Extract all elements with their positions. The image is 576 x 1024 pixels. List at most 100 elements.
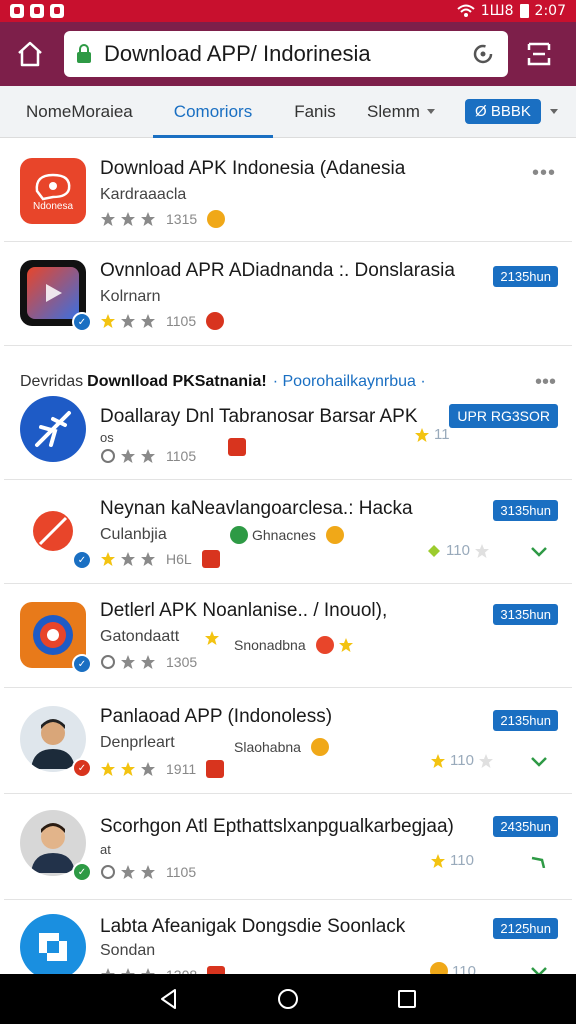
notification-icon: [10, 4, 24, 18]
verified-badge-icon: ✓: [72, 758, 92, 778]
tab-comoriors[interactable]: Comoriors: [153, 86, 273, 138]
version-tag[interactable]: UPR RG3SOR: [449, 404, 558, 428]
version-tag[interactable]: 2125hun: [493, 918, 558, 939]
side-rating-value: 110: [450, 752, 474, 769]
app-title[interactable]: Labta Afeanigak Dongsdie Soonlack: [100, 916, 405, 938]
chevron-down-icon[interactable]: [530, 546, 548, 558]
app-icon-wrap: Ndonesa: [20, 158, 86, 224]
section-link[interactable]: · Poorohailkaynrbua ·: [273, 373, 426, 391]
list-item[interactable]: ✓ Ovnnload APR ADiadnanda :. Donslarasia…: [4, 242, 572, 346]
notification-icon: [50, 4, 64, 18]
version-tag[interactable]: 3135hun: [493, 604, 558, 625]
filter-chevron-icon[interactable]: [549, 108, 559, 116]
filter-button[interactable]: Ø BBBK: [465, 99, 541, 124]
star-empty-icon: [121, 655, 135, 669]
app-developer: Gatondaatt: [100, 628, 180, 645]
star-empty-icon: [141, 449, 155, 463]
star-empty-icon: [121, 865, 135, 879]
verified-badge-icon: ✓: [72, 312, 92, 332]
side-rating: 110: [430, 962, 476, 974]
app-icon-wrap: [20, 914, 86, 974]
tab-system[interactable]: Slemm: [357, 86, 457, 138]
emoji-icon: [310, 738, 329, 756]
rating-count: 1911: [166, 761, 197, 777]
list-item[interactable]: ✓ Panlaoad APP (Indonoless) Denprleart S…: [4, 688, 572, 794]
recents-icon[interactable]: [395, 987, 419, 1011]
reload-icon[interactable]: [470, 41, 496, 67]
emoji-icon: [315, 636, 334, 654]
side-rating: 110: [426, 542, 490, 559]
logo-l-icon: [39, 933, 67, 961]
version-tag[interactable]: 2135hun: [493, 266, 558, 287]
home-circle-icon[interactable]: [276, 987, 300, 1011]
star-filled-icon: [415, 427, 429, 442]
star-empty-icon: [478, 753, 493, 768]
app-icon: [20, 396, 86, 462]
star-empty-icon: [141, 968, 155, 974]
status-bar: 1Ш8 2:07: [0, 0, 576, 22]
star-empty-icon: [101, 968, 115, 974]
chevron-down-icon[interactable]: [530, 856, 548, 868]
more-options-button[interactable]: •••: [532, 162, 556, 185]
browser-menu-button[interactable]: [524, 34, 554, 74]
rating-count: 1315: [166, 211, 198, 227]
chevron-down-icon[interactable]: [530, 756, 548, 768]
app-rating: 1315: [100, 210, 226, 228]
rating-count: H6L: [166, 551, 192, 567]
list-item[interactable]: Labta Afeanigak Dongsdie Soonlack Sondan…: [4, 900, 572, 974]
gift-icon: [201, 550, 220, 568]
app-title[interactable]: Download APK Indonesia (Adanesia: [100, 158, 405, 180]
address-bar[interactable]: Download APP/ Indorinesia: [64, 31, 508, 77]
browser-toolbar: Download APP/ Indorinesia: [0, 22, 576, 86]
version-tag[interactable]: 2135hun: [493, 710, 558, 731]
chevron-down-icon[interactable]: [530, 966, 548, 974]
side-rating: 110: [430, 752, 494, 769]
rating-count: 1305: [166, 654, 198, 670]
app-title[interactable]: Neynan kaNeavlangoarclesa.: Hacka: [100, 498, 413, 520]
emoji-icon: [325, 526, 344, 544]
app-rating: 1305: [100, 654, 197, 670]
chevron-down-icon: [426, 108, 435, 114]
side-rating: 110: [430, 852, 474, 869]
tab-home[interactable]: NomeMoraiea: [0, 86, 153, 138]
app-icon-label: Ndonesa: [32, 200, 74, 212]
list-item[interactable]: ✓ Scorhgon Atl Epthattslxanpgualkarbegja…: [4, 794, 572, 900]
battery-icon: [519, 4, 529, 18]
tab-fans[interactable]: Fanis: [273, 86, 357, 138]
app-title[interactable]: Scorhgon Atl Epthattslxanpgualkarbegjaa): [100, 816, 454, 838]
rating-count: 1105: [166, 448, 197, 464]
star-empty-icon: [121, 552, 135, 566]
app-developer: Kardraaacla: [100, 186, 187, 203]
list-item[interactable]: Doallaray Dnl Tabranosar Barsar APK os 1…: [4, 396, 572, 480]
app-title[interactable]: Ovnnload APR ADiadnanda :. Donslarasia: [100, 260, 455, 282]
leaf-icon: [33, 511, 73, 551]
rating-count: 1308: [166, 967, 197, 974]
list-item[interactable]: ✓ Detlerl APK Noanlanise.. / Inouol), Ga…: [4, 584, 572, 688]
app-title[interactable]: Doallaray Dnl Tabranosar Barsar APK: [100, 406, 418, 428]
app-rating: 1105: [100, 312, 225, 330]
target-icon: [33, 615, 73, 655]
rating-count: 1105: [166, 864, 197, 880]
star-empty-icon: [121, 314, 135, 328]
plane-icon: [35, 411, 71, 447]
app-extra-label: Slaohabna: [234, 739, 301, 755]
coin-icon: [430, 962, 448, 974]
star-empty-icon: [101, 212, 115, 226]
app-rating: 1911: [100, 760, 225, 778]
gift-icon: [228, 438, 246, 456]
diamond-icon: [428, 544, 440, 557]
list-item[interactable]: ✓ Neynan kaNeavlangoarclesa.: Hacka Cula…: [4, 480, 572, 584]
star-filled-icon: [101, 552, 115, 566]
app-title[interactable]: Detlerl APK Noanlanise.. / Inouol),: [100, 600, 387, 622]
section-more-button[interactable]: •••: [535, 371, 556, 394]
status-indicators: 1Ш8 2:07: [457, 3, 566, 19]
back-icon[interactable]: [157, 987, 181, 1011]
list-item[interactable]: Ndonesa Download APK Indonesia (Adanesia…: [4, 148, 572, 242]
version-tag[interactable]: 2435hun: [493, 816, 558, 837]
star-empty-icon: [121, 212, 135, 226]
version-tag[interactable]: 3135hun: [493, 500, 558, 521]
app-title[interactable]: Panlaoad APP (Indonoless): [100, 706, 332, 728]
notification-icons: [10, 4, 64, 18]
home-button[interactable]: [10, 34, 50, 74]
star-filled-icon: [338, 638, 353, 652]
